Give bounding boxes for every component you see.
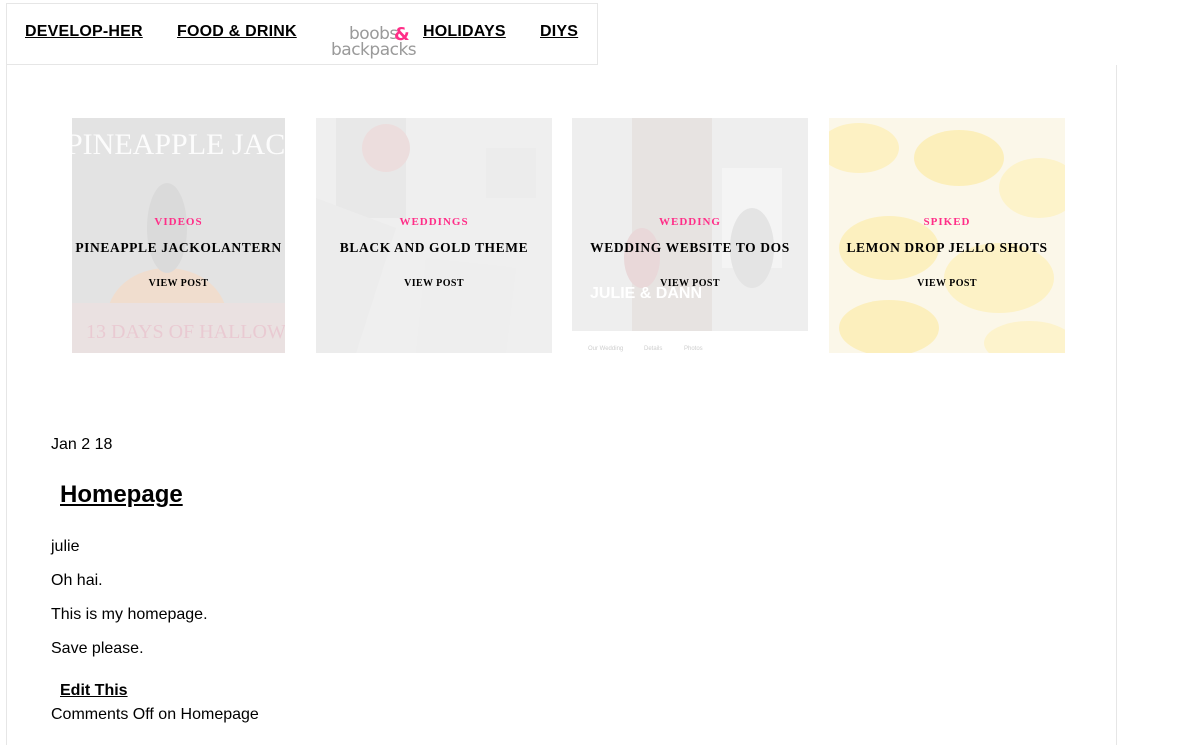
featured-card-2[interactable]: WEDDINGS BLACK AND GOLD THEME VIEW POST (316, 118, 552, 353)
post-title-link[interactable]: Homepage (60, 481, 183, 509)
post-paragraph-3: Save please. (51, 640, 144, 657)
card-title[interactable]: WEDDING WEBSITE TO DOS (572, 240, 808, 256)
view-post-link[interactable]: VIEW POST (316, 278, 552, 289)
nav-food-drink[interactable]: FOOD & DRINK (177, 23, 297, 41)
featured-card-1[interactable]: PINEAPPLE JACKOLANTERN 13 DAYS OF HALLOW… (72, 118, 285, 353)
comments-status: Comments Off on Homepage (51, 706, 259, 723)
card-image-menu-1: Our Wedding (588, 346, 623, 352)
featured-card-3[interactable]: JULIE & DANN Our Wedding Details Photos … (572, 118, 808, 353)
card-image-menu-2: Details (644, 346, 662, 352)
card-category: VIDEOS (154, 216, 203, 228)
nav-diys[interactable]: DIYS (540, 23, 578, 41)
logo-line-2: backpacks (331, 40, 417, 60)
card-image-caption-top: PINEAPPLE JACKOLANTERN (72, 128, 285, 161)
featured-card-4[interactable]: SPIKED LEMON DROP JELLO SHOTS VIEW POST (829, 118, 1065, 353)
view-post-link[interactable]: VIEW POST (829, 278, 1065, 289)
card-image-wedding: JULIE & DANN Our Wedding Details Photos (572, 118, 808, 353)
card-image-black-gold (316, 118, 552, 353)
nav-holidays[interactable]: HOLIDAYS (423, 23, 506, 41)
card-image-lemon (829, 118, 1065, 353)
view-post-link[interactable]: VIEW POST (72, 278, 285, 289)
site-logo[interactable]: boobs & backpacks (329, 18, 419, 60)
card-category: SPIKED (923, 216, 971, 228)
top-nav: DEVELOP-HER FOOD & DRINK boobs & backpac… (6, 3, 598, 65)
card-image-menu-3: Photos (684, 346, 703, 352)
card-category: WEDDINGS (399, 216, 469, 228)
card-image-caption-bottom: 13 DAYS OF HALLOWEEN (86, 321, 285, 343)
card-image-pineapple: PINEAPPLE JACKOLANTERN 13 DAYS OF HALLOW… (72, 118, 285, 353)
card-category: WEDDING (658, 216, 721, 228)
post-paragraph-2: This is my homepage. (51, 606, 208, 623)
post-date: Jan 2 18 (51, 436, 113, 453)
card-title[interactable]: LEMON DROP JELLO SHOTS (829, 240, 1065, 256)
edit-post-link[interactable]: Edit This (60, 682, 128, 700)
card-title[interactable]: PINEAPPLE JACKOLANTERN (72, 240, 285, 256)
view-post-link[interactable]: VIEW POST (572, 278, 808, 289)
post-author: julie (51, 538, 80, 555)
nav-develop-her[interactable]: DEVELOP-HER (25, 23, 143, 41)
post-paragraph-1: Oh hai. (51, 572, 103, 589)
card-title[interactable]: BLACK AND GOLD THEME (316, 240, 552, 256)
